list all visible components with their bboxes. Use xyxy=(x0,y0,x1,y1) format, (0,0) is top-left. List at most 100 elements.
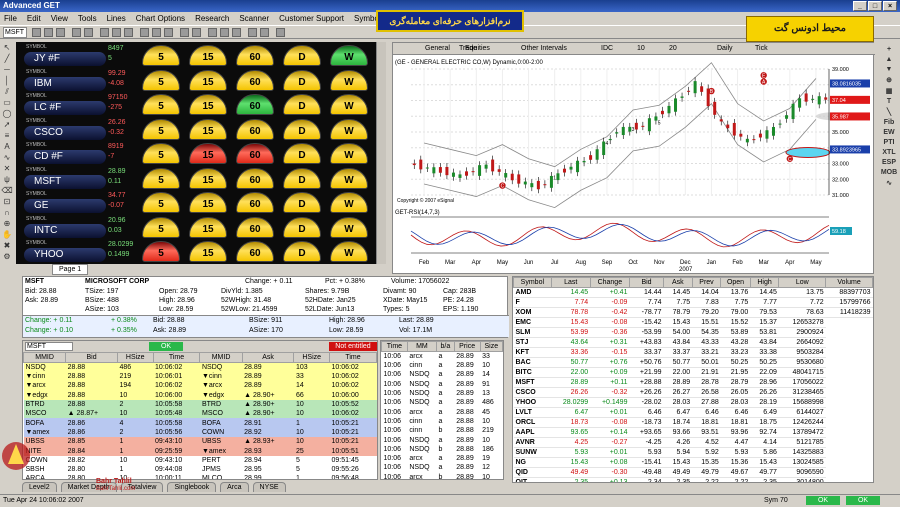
price-chart[interactable]: (GE - GENERAL ELECTRIC CO,W) Dynamic,0:0… xyxy=(393,55,873,273)
watchlist-row[interactable]: SYMBOL MSFT 28.89 0.11 5 15 60 D W xyxy=(16,167,378,191)
ellipse-icon[interactable]: ◯ xyxy=(3,110,12,118)
cycle-icon[interactable]: ∿ xyxy=(4,154,11,162)
ts-header[interactable]: Price xyxy=(453,341,481,352)
indicator-icon[interactable] xyxy=(180,28,189,37)
gann-tool-icon[interactable] xyxy=(164,28,173,37)
rt-fib-icon[interactable]: Fib xyxy=(884,119,895,126)
settings-icon[interactable]: ⚙ xyxy=(3,253,10,261)
quote-row[interactable]: XOM 78.78 -0.42 -78.77 78.79 79.20 79.00 79.53 7… xyxy=(513,307,873,318)
signal-gauge[interactable]: W xyxy=(330,241,368,262)
watchlist-symbol[interactable]: GE xyxy=(24,199,106,213)
rt-line-icon[interactable]: ╲ xyxy=(887,108,891,116)
watchlist-symbol[interactable]: LC #F xyxy=(24,101,106,115)
watchlist-symbol[interactable]: JY #F xyxy=(24,52,106,66)
signal-gauge[interactable]: 15 xyxy=(189,216,227,238)
level2-header[interactable]: Time xyxy=(329,352,377,363)
quote-row[interactable]: SUNW 5.93 +0.01 5.93 5.94 5.92 5.93 5.86 1432588… xyxy=(513,447,873,458)
signal-gauge[interactable]: 5 xyxy=(142,45,180,66)
quote-row[interactable]: KFT 33.36 -0.15 33.37 33.37 33.21 33.23 33.38 95… xyxy=(513,347,873,358)
tab-arca[interactable]: Arca xyxy=(220,482,249,492)
layout-icon[interactable] xyxy=(248,28,257,37)
level2-row[interactable]: MSCO ▲ 28.87+ 10 10:05:48 MSCO ▲ 28.90+ 10 10:0… xyxy=(23,409,377,419)
menu-customer-support[interactable]: Customer Support xyxy=(279,12,344,25)
signal-gauge[interactable]: 60 xyxy=(236,167,274,189)
level2-row[interactable]: COWN 28.82 10 09:43:10 PERT 28.94 5 09:51:45 xyxy=(23,455,377,465)
quote-row[interactable]: F 7.74 -0.09 7.74 7.75 7.83 7.75 7.77 7.72 157997… xyxy=(513,297,873,308)
tab-nyse[interactable]: NYSE xyxy=(252,482,286,492)
vline-icon[interactable]: │ xyxy=(5,77,10,85)
quote-row[interactable]: AAPL 93.65 +0.14 +93.65 93.66 93.51 93.96 92.74… xyxy=(513,427,873,438)
signal-gauge[interactable]: 60 xyxy=(236,118,274,140)
quote-header[interactable]: Prev xyxy=(691,277,722,288)
quote-row[interactable]: CSCO 26.26 -0.32 +26.26 26.27 26.58 26.05 26.26… xyxy=(513,387,873,398)
print-icon[interactable] xyxy=(56,28,65,37)
watchlist-row[interactable]: SYMBOL JY #F 8497 5 5 15 60 D W xyxy=(16,44,378,68)
rt-esp-icon[interactable]: ESP xyxy=(882,159,896,166)
quote-row[interactable]: NG 15.43 +0.08 -15.41 15.43 15.35 15.36 15.43 13… xyxy=(513,457,873,468)
chart-equities[interactable]: Equities xyxy=(465,45,490,52)
channel-icon[interactable]: ⫽ xyxy=(5,88,9,96)
level2-row[interactable]: UBSS 28.85 1 09:43:10 UBSS ▲ 28.93+ 10 10:05:21 xyxy=(23,437,377,447)
menu-lines[interactable]: Lines xyxy=(107,12,126,25)
minimize-button[interactable]: _ xyxy=(853,1,867,11)
menu-chart-options[interactable]: Chart Options xyxy=(136,12,185,25)
delete-icon[interactable]: ✖ xyxy=(4,242,11,250)
hand-icon[interactable]: ✋ xyxy=(2,231,12,239)
signal-gauge[interactable]: 60 xyxy=(236,192,274,213)
level2-row[interactable]: BTRD 28.88 2 10:05:58 BTRD ▲ 28.90+ 10 10:05:52 xyxy=(23,399,377,410)
level2-row[interactable]: NSDQ 28.88 486 10:06:02 NSDQ 28.89 103 10:06:02 xyxy=(23,362,377,372)
signal-gauge[interactable]: 5 xyxy=(142,167,180,189)
signal-gauge[interactable]: D xyxy=(283,241,321,262)
rt-pti-icon[interactable]: PTI xyxy=(884,139,895,146)
signal-gauge[interactable]: W xyxy=(330,45,368,66)
zoom-in-icon[interactable] xyxy=(72,28,81,37)
signal-gauge[interactable]: 15 xyxy=(189,192,227,213)
window-tile-icon[interactable] xyxy=(260,28,269,37)
ts-header[interactable]: b/a xyxy=(436,341,455,352)
interval-daily[interactable]: Daily xyxy=(717,45,733,52)
ts-header[interactable]: MM xyxy=(406,341,438,352)
symbol-input[interactable]: MSFT xyxy=(3,27,27,38)
level2-row[interactable]: ARCA 28.80 10 10:00:11 MLCO 28.99 1 09:56:48 xyxy=(23,474,377,479)
quote-header[interactable]: Volume xyxy=(825,277,873,288)
signal-gauge[interactable]: 15 xyxy=(189,118,227,140)
cursor-icon[interactable] xyxy=(100,28,109,37)
signal-gauge[interactable]: W xyxy=(330,94,368,115)
quote-header[interactable]: Last xyxy=(550,277,591,288)
quote-row[interactable]: LVLT 6.47 +0.01 6.46 6.47 6.46 6.46 6.49 6144027 xyxy=(513,407,873,418)
text-icon[interactable]: A xyxy=(4,143,9,151)
level2-row[interactable]: ▼arcx 28.88 194 10:06:02 ▼arcx 28.89 14 10:06:0… xyxy=(23,381,377,391)
hline-icon[interactable]: ─ xyxy=(4,66,10,74)
signal-gauge[interactable]: W xyxy=(330,216,368,238)
rt-cursor-icon[interactable]: + xyxy=(887,46,891,53)
quote-header[interactable]: Ask xyxy=(663,277,693,288)
level2-header[interactable]: MMID xyxy=(23,352,67,363)
elliott-wave-icon[interactable] xyxy=(140,28,149,37)
open-icon[interactable] xyxy=(32,28,41,37)
pitchfork-icon[interactable]: ψ xyxy=(4,176,10,184)
signal-gauge[interactable]: 5 xyxy=(142,118,180,140)
watchlist-symbol[interactable]: MSFT xyxy=(24,174,106,189)
signal-gauge[interactable]: 60 xyxy=(236,45,274,66)
quote-row[interactable]: YHOO 28.0299 +0.1499 -28.02 28.03 27.88 28.03 2… xyxy=(513,397,873,408)
quote-header[interactable]: Low xyxy=(778,277,827,288)
signal-gauge[interactable]: 60 xyxy=(236,94,274,115)
chart-other-intervals[interactable]: Other Intervals xyxy=(521,45,567,52)
signal-gauge[interactable]: D xyxy=(283,216,321,238)
watchlist-symbol[interactable]: CD #F xyxy=(24,150,106,164)
watchlist-row[interactable]: SYMBOL CD #F 8919 -7 5 15 60 D W xyxy=(16,142,378,166)
level2-header[interactable]: Bid xyxy=(65,352,118,363)
signal-gauge[interactable]: 15 xyxy=(189,45,227,66)
rect-icon[interactable]: ▭ xyxy=(3,99,11,107)
chart-idc[interactable]: IDC xyxy=(601,45,613,52)
quote-row[interactable]: QID 49.49 -0.30 -49.48 49.49 49.79 49.67 49.77 9… xyxy=(513,467,873,478)
menu-scanner[interactable]: Scanner xyxy=(239,12,269,25)
level2-ok-button[interactable]: OK xyxy=(149,342,183,351)
quote-row[interactable]: AVNR 4.25 -0.27 -4.25 4.26 4.52 4.47 4.14 512178… xyxy=(513,437,873,448)
quote-header[interactable]: Open xyxy=(720,277,751,288)
signal-gauge[interactable]: 60 xyxy=(236,69,274,91)
signal-gauge[interactable]: 15 xyxy=(189,94,227,115)
signal-gauge[interactable]: 15 xyxy=(189,143,227,164)
text-tool-icon[interactable] xyxy=(124,28,133,37)
quote-row[interactable]: STJ 43.64 +0.31 +43.83 43.84 43.33 43.28 43.84 2… xyxy=(513,337,873,348)
